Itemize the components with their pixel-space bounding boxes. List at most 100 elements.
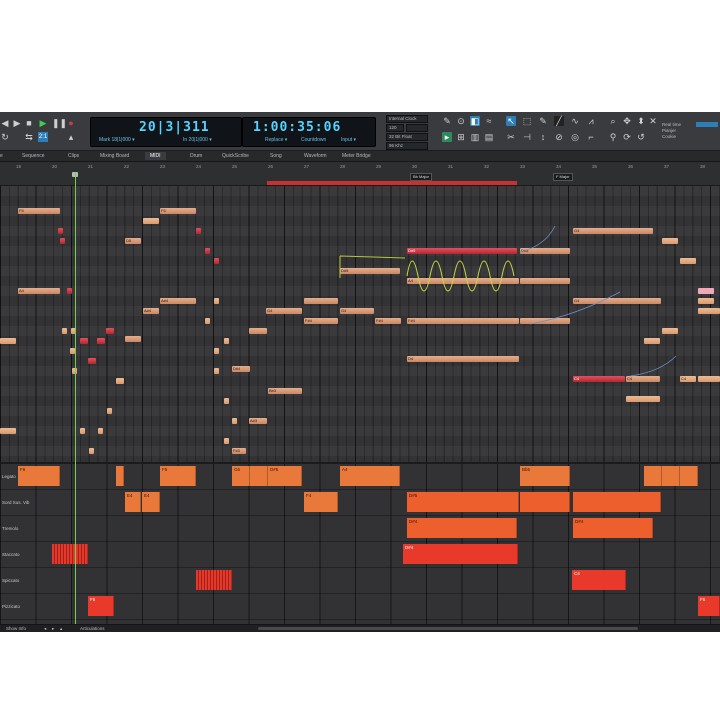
pencil-icon[interactable]: ✎ <box>442 116 452 126</box>
articulation-block[interactable]: F4 <box>304 492 338 512</box>
articulations-menu[interactable]: Articulations <box>80 626 105 631</box>
hand-icon[interactable]: ✥ <box>622 116 632 126</box>
metronome-tool-icon[interactable]: ⚲ <box>608 132 618 142</box>
punch-icon[interactable]: 2:1 <box>38 132 48 142</box>
tab-waveform[interactable]: Waveform <box>304 152 327 160</box>
articulation-block[interactable]: F5 <box>160 466 196 486</box>
articulation-block[interactable] <box>116 466 124 486</box>
trim-tool-icon[interactable]: ⊣ <box>522 132 532 142</box>
loop-icon[interactable]: ↻ <box>0 132 10 142</box>
articulation-block[interactable]: E4 <box>142 492 160 512</box>
fps-select[interactable]: 120 <box>386 124 404 132</box>
wave-icon[interactable]: ≈ <box>484 116 494 126</box>
articulation-block[interactable]: D#4 <box>573 518 653 538</box>
marquee-tool-icon[interactable]: ⬚ <box>522 116 532 126</box>
articulation-block[interactable]: F5 <box>698 596 720 616</box>
bitdepth-select[interactable]: 32 Bit Float <box>386 133 428 141</box>
waveform-tool-icon[interactable]: ⩘ <box>586 116 596 126</box>
tab-midi[interactable]: MIDI <box>145 152 166 160</box>
metronome-icon[interactable]: ▴ <box>66 132 76 142</box>
zoom-in-icon[interactable]: ▸ <box>52 626 54 632</box>
memory-cycle-icon[interactable]: ⇆ <box>24 132 34 142</box>
solo-tool-icon[interactable]: ◎ <box>570 132 580 142</box>
loop-region-bar[interactable] <box>267 181 517 185</box>
countdown-label[interactable]: Countdown <box>301 137 326 143</box>
piano-roll-grid[interactable]: F5 F5 D5 A4 A#4 A#4 G4 D#4 Bb3 A#3 F#3 D… <box>0 186 720 464</box>
articulation-block[interactable]: C4 <box>572 570 626 590</box>
cursor-icon[interactable]: ▸ <box>442 132 452 142</box>
clipsec-select[interactable] <box>406 124 428 132</box>
loop-tool-icon[interactable]: ↺ <box>636 132 646 142</box>
tab-mixing-board[interactable]: Mixing Board <box>100 152 129 160</box>
ruler-number: 35 <box>592 164 598 169</box>
chart-icon[interactable]: ▥ <box>470 132 480 142</box>
lock-icon[interactable]: ⊙ <box>456 116 466 126</box>
tab-sequence[interactable]: Sequence <box>22 152 45 160</box>
horizontal-scrollbar[interactable] <box>258 627 638 630</box>
pencil-tool-icon[interactable]: ✎ <box>538 116 548 126</box>
articulation-block[interactable] <box>662 466 680 486</box>
zoom-icon[interactable]: ⌕ <box>608 116 618 126</box>
articulation-block[interactable]: D#4 <box>407 518 517 538</box>
timeline-ruler[interactable]: 19 20 21 22 23 24 25 26 27 28 29 30 31 3… <box>0 162 720 186</box>
ruler-number: 28 <box>340 164 346 169</box>
bars-icon[interactable]: ▤ <box>484 132 494 142</box>
close-tool-icon[interactable]: ✕ <box>648 116 658 126</box>
samplerate-select[interactable]: 96 Khz <box>386 142 428 150</box>
tab-clips[interactable]: Clips <box>68 152 79 160</box>
tab-meter-bridge[interactable]: Meter Bridge <box>342 152 371 160</box>
sync-select[interactable]: Internal Clock <box>386 115 428 123</box>
articulation-block[interactable]: D#5 <box>268 466 302 486</box>
articulation-block[interactable] <box>644 466 662 486</box>
playhead[interactable] <box>75 172 76 624</box>
articulation-block[interactable] <box>250 466 268 486</box>
input-menu[interactable]: Input ▾ <box>341 137 356 143</box>
ruler-number: 32 <box>484 164 490 169</box>
articulation-block[interactable]: D#4 <box>403 544 518 564</box>
tab-song[interactable]: Song <box>270 152 282 160</box>
key-marker-bb-major[interactable]: Bb Major <box>410 173 433 181</box>
key-marker-f-major[interactable]: F Major <box>553 173 573 181</box>
articulation-block[interactable] <box>680 466 698 486</box>
articulation-block[interactable]: G6 <box>232 466 250 486</box>
zoom-out-icon[interactable]: ◂ <box>44 626 46 632</box>
tab-edge[interactable]: e <box>0 152 3 160</box>
articulation-block[interactable]: A4 <box>340 466 400 486</box>
stop-icon[interactable]: ■ <box>24 118 34 128</box>
speaker-icon[interactable]: ◧ <box>470 116 480 126</box>
articulation-block[interactable]: Bb5 <box>520 466 570 486</box>
link-icon[interactable]: ⬍ <box>636 116 646 126</box>
replace-menu[interactable]: Replace ▾ <box>265 137 287 143</box>
curve-tool-icon[interactable]: ∿ <box>570 116 580 126</box>
articulation-block[interactable] <box>196 570 232 590</box>
articulation-block[interactable] <box>573 492 661 512</box>
articulation-lanes[interactable]: Legato Sord Sus. Vib Tremolo Staccato Sp… <box>0 464 720 624</box>
articulation-block[interactable]: F6 <box>18 466 60 486</box>
articulation-block[interactable] <box>52 544 88 564</box>
show-info-button[interactable]: Show Info <box>6 626 26 631</box>
mark-readout[interactable]: Mark 18|1|000 ▾ <box>99 137 135 143</box>
articulation-block[interactable]: F5 <box>88 596 114 616</box>
pen-tool-icon[interactable]: ⌐ <box>586 132 596 142</box>
articulation-block[interactable]: E4 <box>125 492 141 512</box>
tab-drum[interactable]: Drum <box>190 152 202 160</box>
in-readout[interactable]: In 20|1|000 ▾ <box>183 137 212 143</box>
arrow-tool-icon[interactable]: ↖ <box>506 116 516 126</box>
grid-icon[interactable]: ⊞ <box>456 132 466 142</box>
articulation-block[interactable]: D#5 <box>407 492 519 512</box>
record-icon[interactable]: ● <box>66 118 76 128</box>
lock-small-icon[interactable]: ▴ <box>60 626 62 632</box>
scissors-icon[interactable]: ✂ <box>506 132 516 142</box>
rewind-icon[interactable]: ◀ <box>0 118 10 128</box>
time-counter[interactable]: 1:00:35:06 Replace ▾ Countdown Input ▾ <box>242 117 376 147</box>
line-tool-icon[interactable]: ╱ <box>554 116 564 126</box>
play-icon[interactable]: ▶ <box>38 118 48 128</box>
scrub-tool-icon[interactable]: ↕ <box>538 132 548 142</box>
mute-tool-icon[interactable]: ⊘ <box>554 132 564 142</box>
pause-icon[interactable]: ❚❚ <box>52 118 67 128</box>
bar-counter[interactable]: 20|3|311 Mark 18|1|000 ▾ In 20|1|000 ▾ <box>90 117 242 147</box>
fast-forward-icon[interactable]: ▶ <box>12 118 22 128</box>
articulation-block[interactable] <box>520 492 570 512</box>
sync-icon[interactable]: ⟳ <box>622 132 632 142</box>
tab-quickscribe[interactable]: QuickScribe <box>222 152 249 160</box>
